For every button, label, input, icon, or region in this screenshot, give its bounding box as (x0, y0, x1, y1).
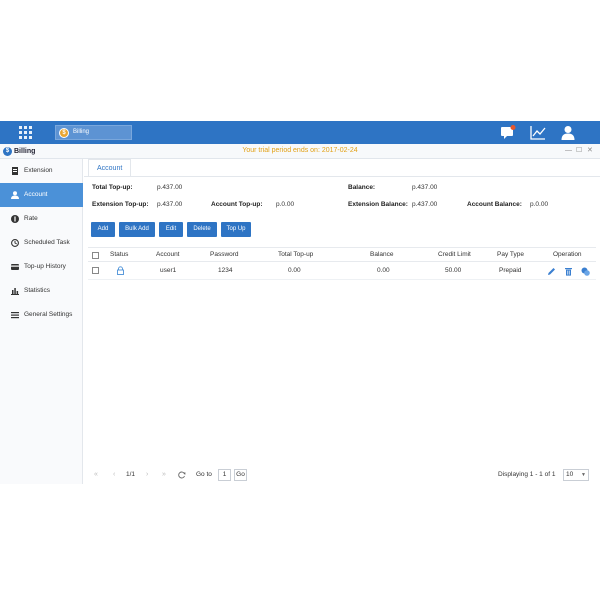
column-header-balance[interactable]: Balance (370, 248, 394, 262)
sidebar-item-scheduled-task[interactable]: Scheduled Task (0, 231, 83, 255)
top-up-icon[interactable] (581, 267, 590, 276)
top-bar: $ Billing (0, 121, 600, 144)
app-chip-label: Billing (73, 129, 90, 135)
cell-password: 1234 (218, 267, 233, 274)
file-icon (12, 167, 18, 175)
account-balance-label: Account Balance: (467, 201, 522, 208)
cell-credit-limit: 50.00 (445, 267, 462, 274)
sidebar-item-extension[interactable]: Extension (0, 159, 83, 183)
close-button[interactable]: ✕ (587, 146, 593, 156)
go-button[interactable]: Go (234, 469, 247, 481)
sidebar-item-label: Scheduled Task (24, 239, 70, 246)
extension-topup-label: Extension Top-up: (92, 201, 149, 208)
sidebar-item-label: Account (24, 191, 48, 198)
minimize-button[interactable]: — (565, 146, 572, 156)
page-info: 1/1 (126, 471, 136, 478)
clock-icon (11, 239, 19, 247)
window-header: $ Billing Your trial period ends on: 201… (0, 144, 600, 159)
goto-label: Go to (196, 471, 212, 478)
top-up-button[interactable]: Top Up (221, 222, 251, 237)
row-checkbox[interactable] (92, 267, 99, 274)
sidebar-item-label: Extension (24, 167, 53, 174)
sidebar-item-label: Rate (24, 215, 38, 222)
edit-button[interactable]: Edit (159, 222, 183, 237)
chart-icon[interactable] (530, 125, 546, 140)
column-header-status[interactable]: Status (110, 248, 128, 262)
list-icon (11, 312, 19, 319)
cell-balance: 0.00 (377, 267, 390, 274)
add-button[interactable]: Add (91, 222, 115, 237)
maximize-button[interactable]: ☐ (576, 146, 582, 156)
table-header: Status Account Password Total Top-up Bal… (88, 247, 596, 262)
balance-label: Balance: (348, 184, 376, 191)
bar-chart-icon (11, 288, 19, 295)
column-header-total-topup[interactable]: Total Top-up (278, 248, 313, 262)
sidebar-item-general-settings[interactable]: General Settings (0, 303, 83, 327)
tab-account[interactable]: Account (88, 159, 132, 177)
rate-icon (11, 215, 19, 223)
account-balance-value: p.0.00 (530, 201, 549, 208)
edit-icon[interactable] (547, 267, 556, 276)
lock-icon (117, 266, 124, 275)
page-size-select[interactable]: 10 ▼ (563, 469, 589, 481)
column-header-account[interactable]: Account (156, 248, 180, 262)
delete-icon[interactable] (564, 267, 573, 276)
billing-app-chip[interactable]: $ Billing (55, 125, 132, 140)
goto-page-input[interactable]: 1 (218, 469, 231, 481)
main-content: Account Total Top-up: p.437.00 Balance: … (84, 159, 600, 484)
account-topup-label: Account Top-up: (211, 201, 263, 208)
sidebar-item-account[interactable]: Account (0, 183, 83, 207)
column-header-password[interactable]: Password (210, 248, 239, 262)
tab-divider (84, 176, 600, 177)
total-topup-value: p.437.00 (157, 184, 183, 191)
first-page-icon[interactable]: « (94, 471, 98, 479)
displaying-info: Displaying 1 - 1 of 1 (498, 471, 556, 478)
apps-grid-icon[interactable] (19, 126, 32, 139)
pagination-bar: « ‹ 1/1 › » Go to 1 Go Displaying 1 - 1 … (84, 466, 600, 484)
sidebar-item-topup-history[interactable]: Top-up History (0, 255, 83, 279)
extension-balance-value: p.437.00 (412, 201, 438, 208)
sidebar-item-statistics[interactable]: Statistics (0, 279, 83, 303)
next-page-icon[interactable]: › (146, 471, 148, 479)
message-icon[interactable] (500, 125, 516, 140)
cell-pay-type: Prepaid (499, 267, 522, 274)
extension-topup-value: p.437.00 (157, 201, 183, 208)
delete-button[interactable]: Delete (187, 222, 217, 237)
sidebar: Extension Account Rate Scheduled Task To… (0, 159, 83, 484)
account-topup-value: p.0.00 (276, 201, 295, 208)
person-icon (11, 191, 19, 199)
column-header-pay-type[interactable]: Pay Type (497, 248, 524, 262)
refresh-icon[interactable] (178, 471, 186, 479)
table-row[interactable]: user1 1234 0.00 0.00 50.00 Prepaid (88, 262, 596, 280)
history-icon (11, 264, 19, 270)
bulk-add-button[interactable]: Bulk Add (119, 222, 155, 237)
sidebar-item-label: Statistics (24, 287, 51, 294)
column-header-operation: Operation (553, 251, 582, 258)
billing-icon: $ (59, 128, 69, 138)
page-size-value: 10 (566, 471, 574, 478)
sidebar-item-label: General Settings (24, 311, 73, 318)
select-all-checkbox[interactable] (92, 252, 99, 259)
total-topup-label: Total Top-up: (92, 184, 133, 191)
last-page-icon[interactable]: » (162, 471, 166, 479)
user-icon[interactable] (560, 125, 576, 140)
cell-account: user1 (160, 267, 177, 274)
sidebar-item-rate[interactable]: Rate (0, 207, 83, 231)
prev-page-icon[interactable]: ‹ (113, 471, 115, 479)
column-header-credit-limit[interactable]: Credit Limit (438, 248, 471, 262)
trial-notice: Your trial period ends on: 2017-02-24 (242, 147, 358, 154)
balance-value: p.437.00 (412, 184, 438, 191)
extension-balance-label: Extension Balance: (348, 201, 408, 208)
cell-total-topup: 0.00 (288, 267, 301, 274)
sidebar-item-label: Top-up History (24, 263, 66, 270)
chevron-down-icon: ▼ (581, 472, 586, 478)
